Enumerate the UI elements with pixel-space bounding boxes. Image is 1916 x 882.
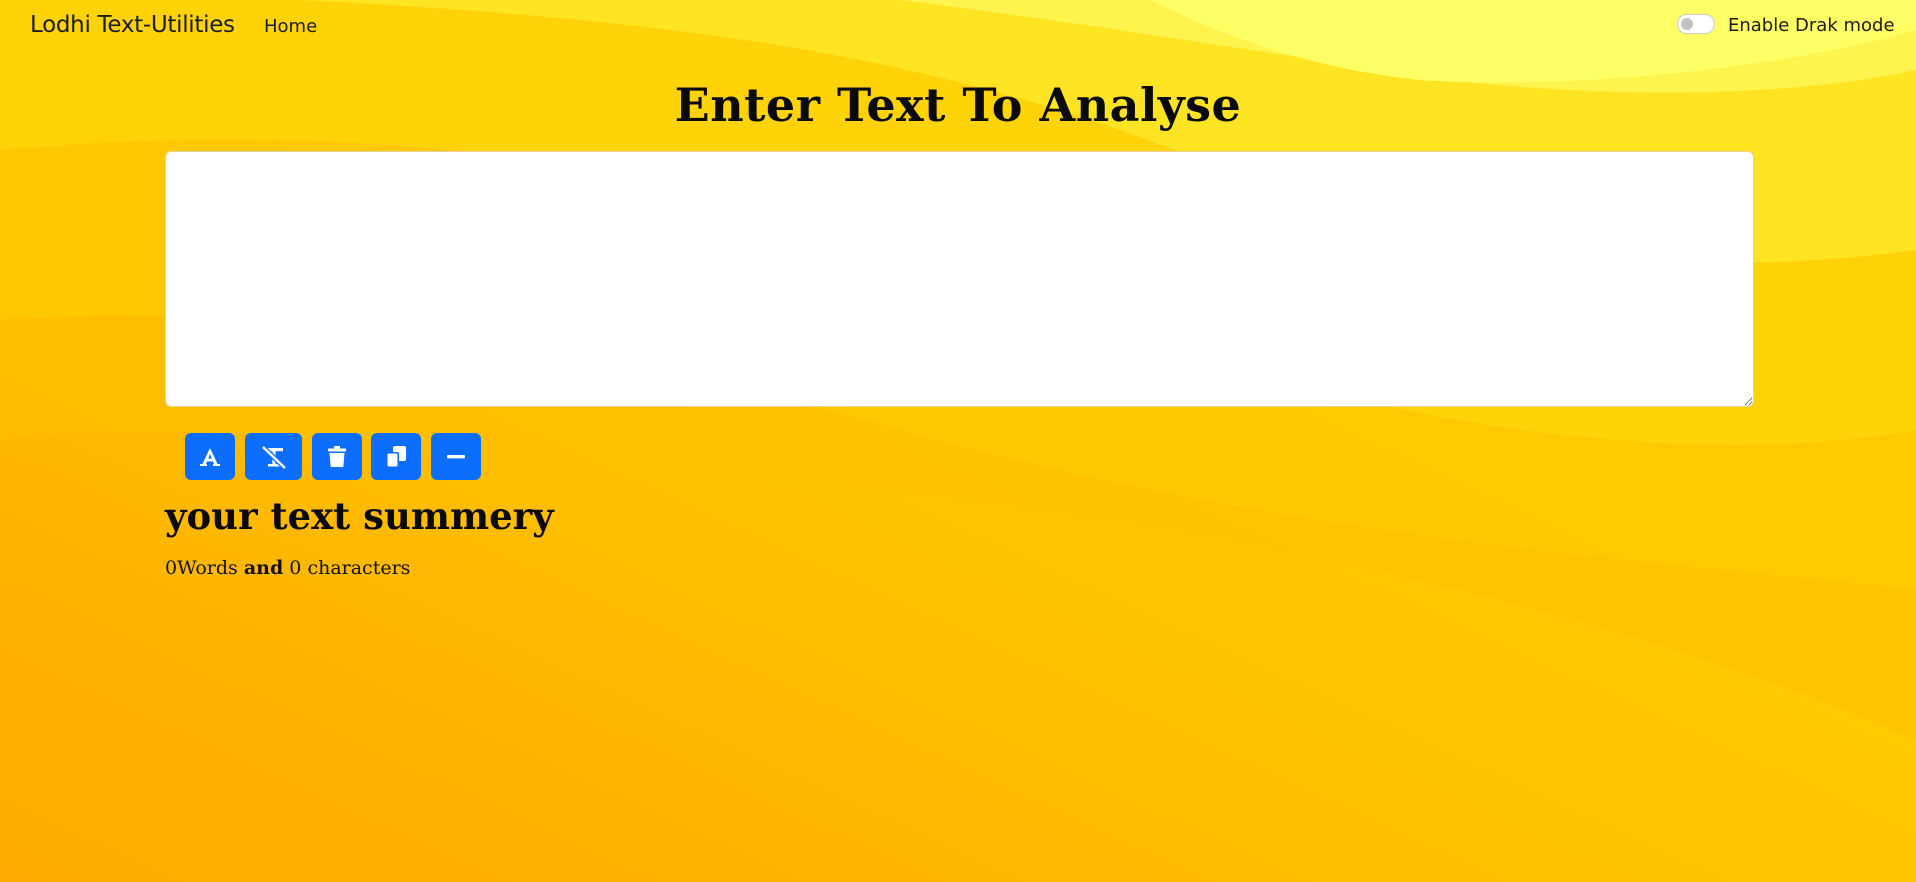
font-icon: [200, 447, 220, 466]
uppercase-button[interactable]: [185, 433, 235, 480]
trash-icon: [328, 445, 346, 467]
nav-home-link[interactable]: Home: [264, 16, 317, 37]
copy-icon: [386, 445, 406, 468]
text-input[interactable]: [165, 151, 1754, 407]
delete-button[interactable]: [312, 433, 362, 480]
summary-heading: your text summery: [165, 494, 554, 538]
navbar: Lodhi Text-Utilities Home Enable Drak mo…: [0, 0, 1916, 54]
minus-icon: [447, 454, 465, 458]
remove-extra-spaces-button[interactable]: [431, 433, 481, 480]
brand-link[interactable]: Lodhi Text-Utilities: [30, 12, 235, 38]
copy-button[interactable]: [371, 433, 421, 480]
char-count: 0: [289, 557, 302, 579]
text-slash-icon: [260, 444, 287, 469]
word-count: 0: [165, 557, 178, 579]
characters-label: characters: [307, 557, 411, 579]
page-title: Enter Text To Analyse: [674, 78, 1242, 132]
dark-mode-label[interactable]: Enable Drak mode: [1728, 15, 1895, 36]
dark-mode-switch[interactable]: [1677, 14, 1717, 36]
clear-format-button[interactable]: [245, 433, 302, 480]
switch-knob: [1681, 18, 1693, 30]
summary-counts: 0Words and 0 characters: [165, 557, 410, 579]
words-label: Words: [177, 557, 238, 579]
and-label: and: [243, 557, 284, 579]
